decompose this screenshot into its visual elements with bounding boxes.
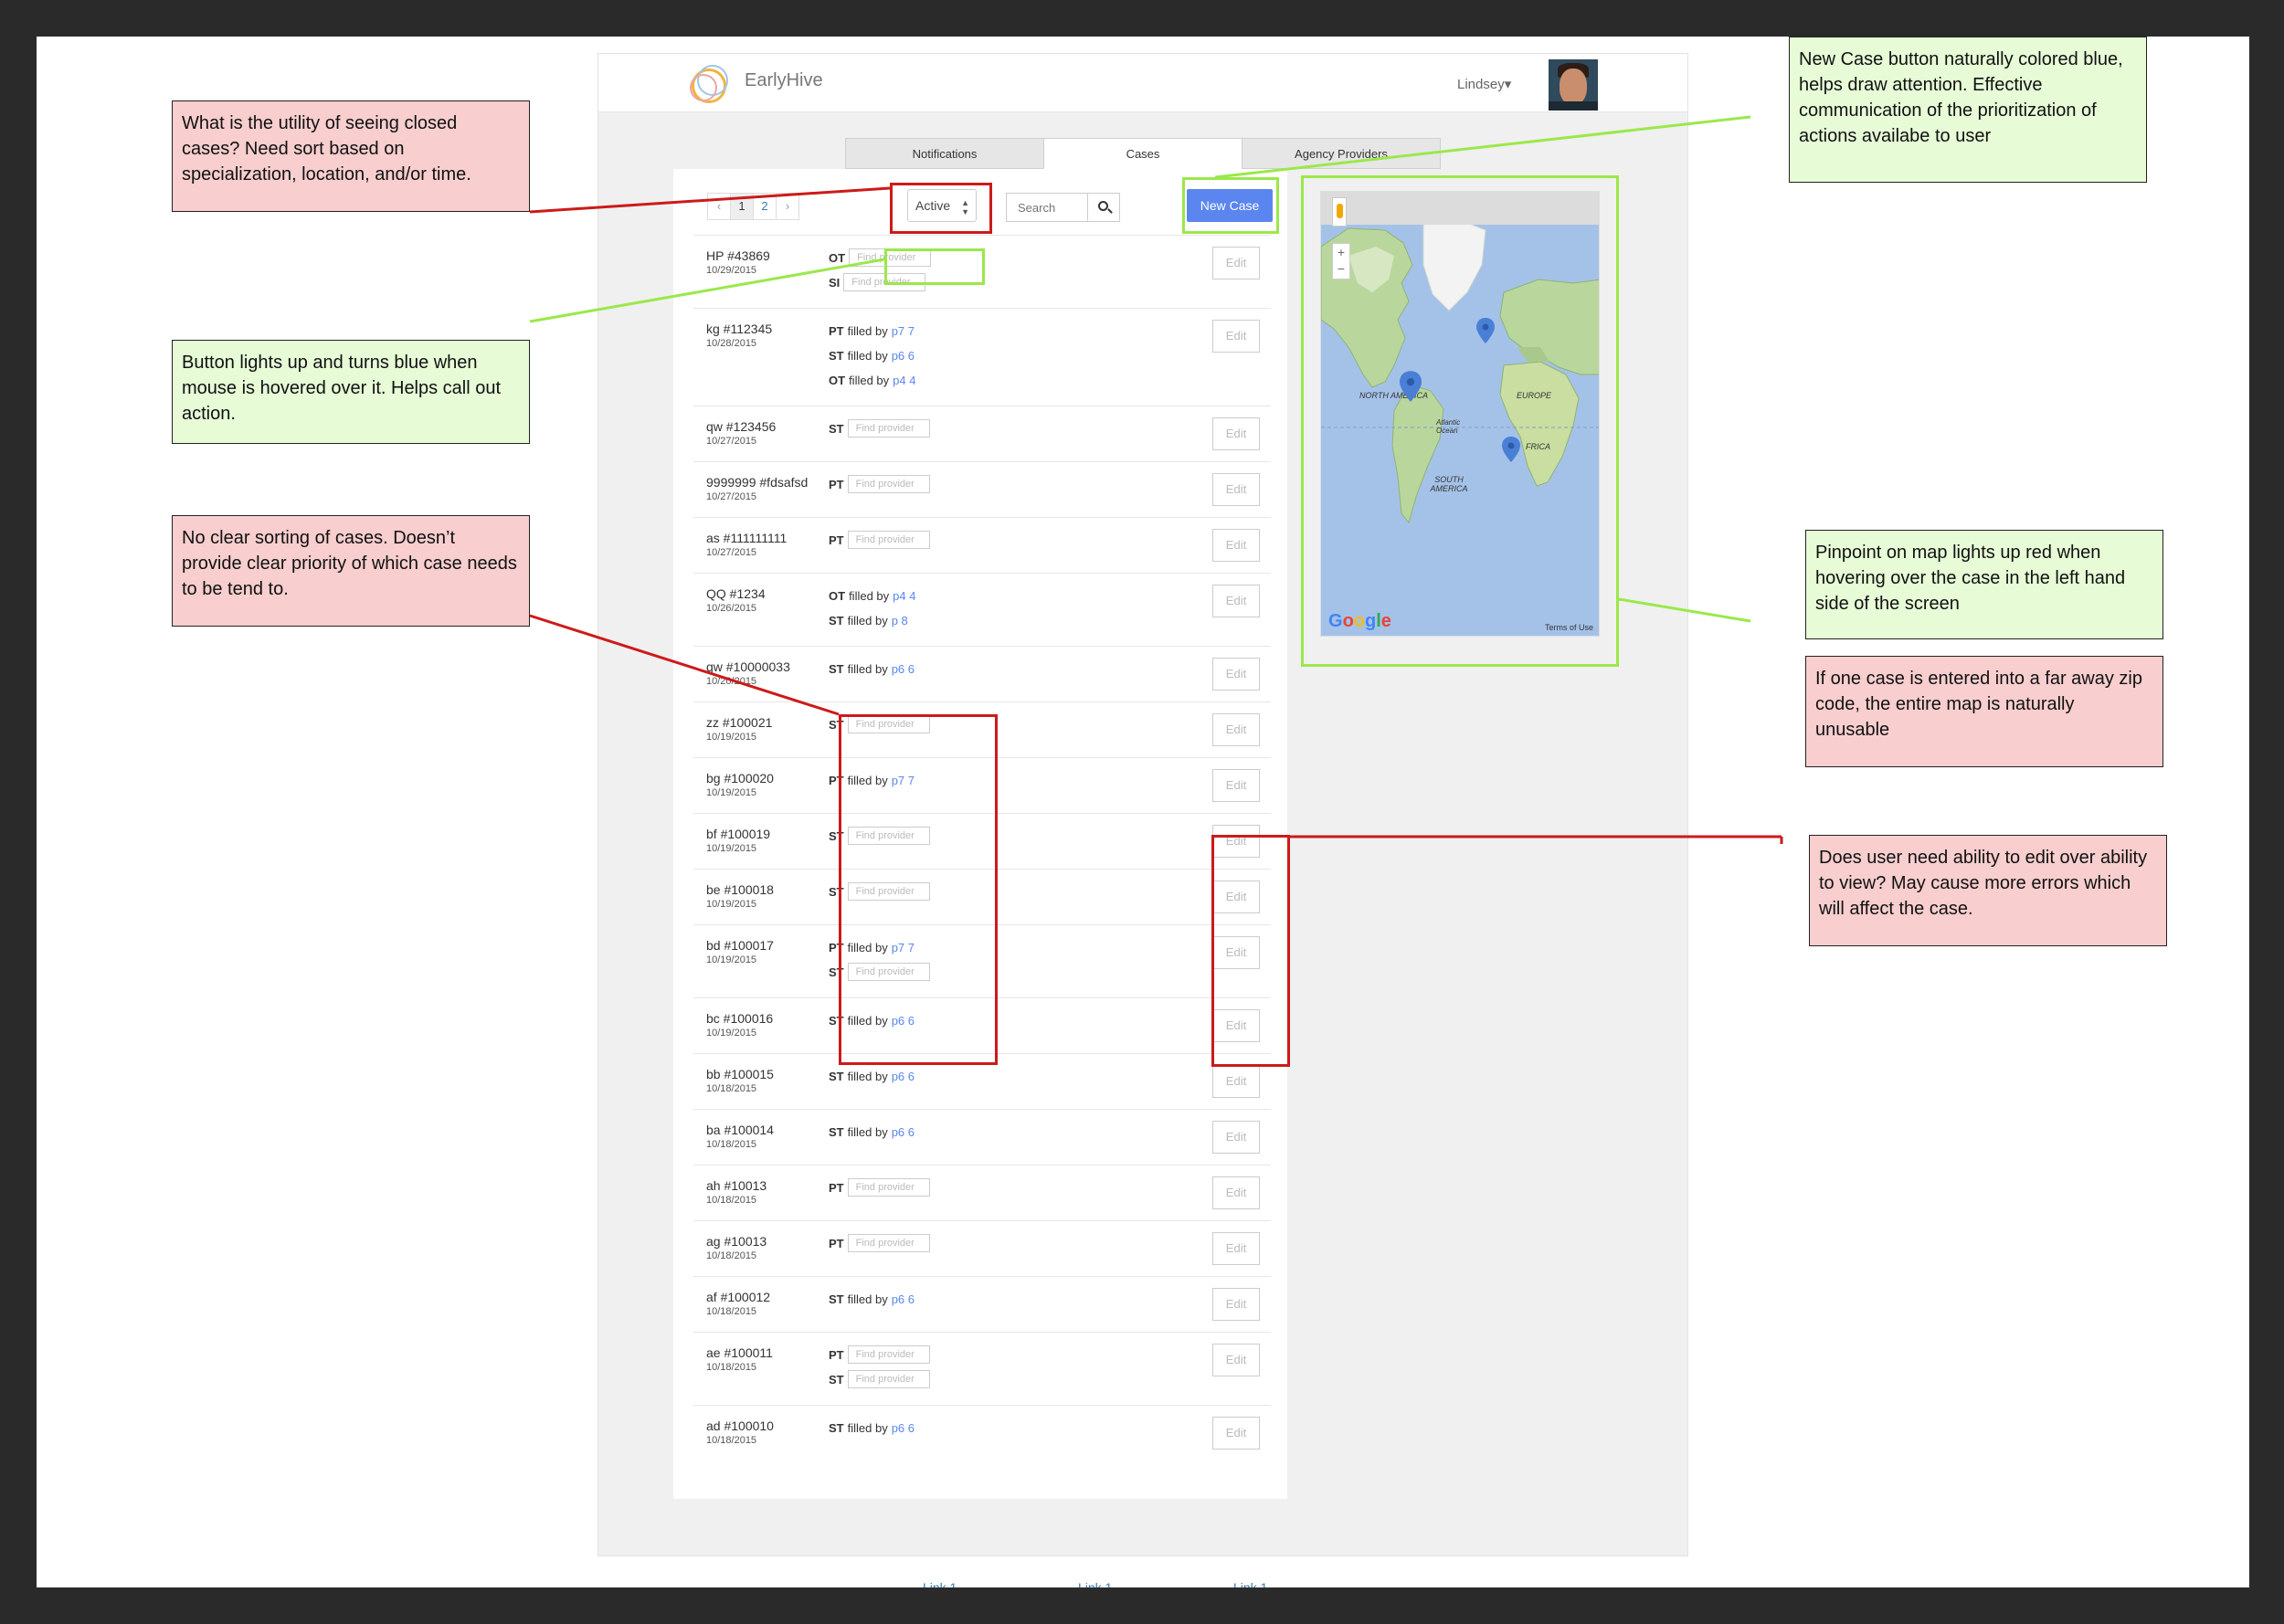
- footer-links: Link 1 Link 1 Link 1: [37, 1580, 2249, 1587]
- note-edit-vs-view: Does user need ability to edit over abil…: [1809, 835, 2167, 946]
- note-closed-cases: What is the utility of seeing closed cas…: [172, 100, 530, 212]
- footer-link[interactable]: Link 1: [1078, 1580, 1112, 1587]
- footer-link[interactable]: Link 1: [1233, 1580, 1267, 1587]
- note-far-zip: If one case is entered into a far away z…: [1805, 656, 2163, 767]
- annotation-lines: [529, 115, 1783, 844]
- mockup-canvas: EarlyHive Lindsey▾ Notifications Cases A…: [37, 37, 2249, 1587]
- note-new-case: New Case button naturally colored blue, …: [1789, 37, 2147, 183]
- note-no-sorting: No clear sorting of cases. Doesn’t provi…: [172, 515, 530, 627]
- note-pinpoint: Pinpoint on map lights up red when hover…: [1805, 530, 2163, 639]
- footer-link[interactable]: Link 1: [923, 1580, 957, 1587]
- note-hover-button: Button lights up and turns blue when mou…: [172, 340, 530, 444]
